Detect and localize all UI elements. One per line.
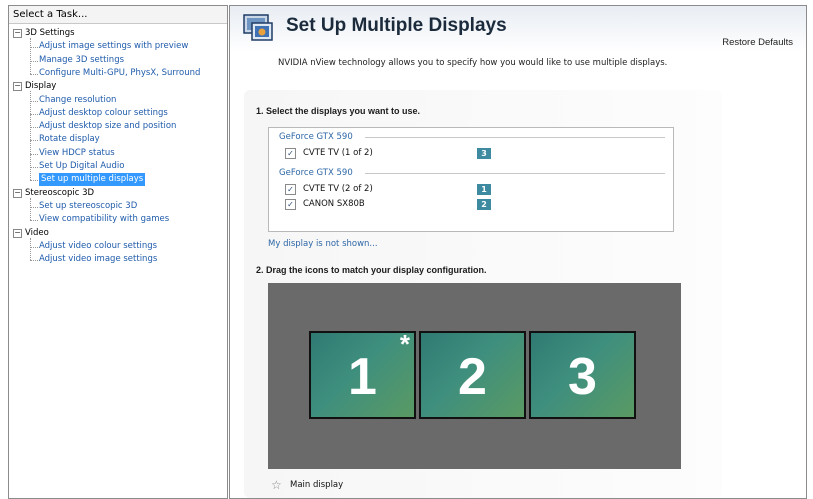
collapse-icon[interactable]: − [13, 188, 22, 198]
tree-item[interactable]: Set Up Digital Audio [39, 160, 124, 173]
tree-connector [30, 180, 38, 182]
section-2-title: 2. Drag the icons to match your display … [256, 265, 487, 275]
display-name: CANON SX80B [303, 199, 365, 209]
tree-connector [30, 113, 38, 115]
display-name: CVTE TV (2 of 2) [303, 184, 373, 194]
tree-item[interactable]: Adjust desktop size and position [39, 120, 176, 133]
main-display-marker: * [399, 329, 410, 359]
display-number-badge: 1 [477, 184, 491, 195]
display-not-shown-link[interactable]: My display is not shown... [268, 239, 378, 249]
gpu-divider [365, 137, 665, 138]
title-band: Set Up Multiple Displays Restore Default… [230, 6, 806, 52]
display-name: CVTE TV (1 of 2) [303, 148, 373, 158]
tree-connector [30, 220, 38, 222]
display-list: GeForce GTX 590 ✓ CVTE TV (1 of 2) 3 GeF… [268, 127, 674, 232]
task-panel: Select a Task... −3D Settings Adjust imag… [8, 5, 228, 499]
tree-category[interactable]: Video [25, 227, 49, 240]
display-number-badge: 3 [477, 148, 491, 159]
tree-item[interactable]: View HDCP status [39, 147, 115, 160]
monitor-3-icon[interactable]: 3 [529, 331, 636, 419]
monitor-number: 3 [568, 348, 597, 406]
task-panel-header: Select a Task... [9, 6, 227, 24]
main-display-label: Main display [290, 480, 344, 490]
tree-item[interactable]: Adjust video colour settings [39, 240, 157, 253]
tree-connector [30, 140, 38, 142]
tree-connector [30, 246, 38, 248]
tree-item[interactable]: Change resolution [39, 94, 116, 107]
restore-defaults-link[interactable]: Restore Defaults [722, 37, 793, 48]
display-checkbox[interactable]: ✓ [285, 184, 296, 195]
page-description: NVIDIA nView technology allows you to sp… [278, 58, 668, 68]
tree-item-selected[interactable]: Set up multiple displays [39, 173, 146, 187]
gpu-divider [365, 173, 665, 174]
collapse-icon[interactable]: − [13, 82, 22, 92]
tree-item[interactable]: Manage 3D settings [39, 54, 124, 67]
tree-connector [30, 73, 38, 75]
tree-item[interactable]: Adjust desktop colour settings [39, 107, 168, 120]
tree-connector [30, 60, 38, 62]
monitor-2-icon[interactable]: 2 [419, 331, 526, 419]
monitor-number: 1 [348, 348, 377, 406]
tree-connector [30, 167, 38, 168]
tree-item[interactable]: Adjust video image settings [39, 253, 157, 266]
tree-item[interactable]: Set up stereoscopic 3D [39, 200, 137, 213]
tree-connector [30, 127, 38, 129]
monitor-1-icon[interactable]: 1 * [309, 331, 416, 419]
display-checkbox[interactable]: ✓ [285, 199, 296, 210]
display-number-badge: 2 [477, 199, 491, 210]
tree-item[interactable]: Configure Multi-GPU, PhysX, Surround [39, 67, 200, 80]
tree-connector [30, 237, 31, 261]
section-1-title: 1. Select the displays you want to use. [256, 106, 421, 116]
tree-item[interactable]: Rotate display [39, 133, 100, 146]
page-title: Set Up Multiple Displays [286, 15, 507, 36]
main-display-star-icon: ☆ [271, 478, 282, 492]
multiple-displays-icon [243, 14, 273, 41]
display-arrangement-area[interactable]: 1 * 2 3 [268, 283, 681, 469]
display-checkbox[interactable]: ✓ [285, 148, 296, 159]
content-panel: Set Up Multiple Displays Restore Default… [229, 5, 807, 499]
tree-connector [30, 91, 31, 181]
tree-category[interactable]: 3D Settings [25, 27, 75, 40]
tree-connector [30, 197, 31, 221]
gpu-label: GeForce GTX 590 [279, 168, 353, 178]
tree-item[interactable]: View compatibility with games [39, 213, 169, 226]
tree-connector [30, 260, 38, 262]
tree-connector [30, 153, 38, 155]
monitor-number: 2 [458, 348, 487, 406]
tree-connector [30, 38, 31, 74]
tree-item[interactable]: Adjust image settings with preview [39, 40, 188, 53]
collapse-icon[interactable]: − [13, 228, 22, 238]
gpu-label: GeForce GTX 590 [279, 132, 353, 142]
tree-connector [30, 100, 38, 102]
tree-category[interactable]: Stereoscopic 3D [25, 187, 94, 200]
tree-connector [30, 206, 38, 208]
collapse-icon[interactable]: − [13, 29, 22, 38]
tree-connector [30, 47, 38, 49]
